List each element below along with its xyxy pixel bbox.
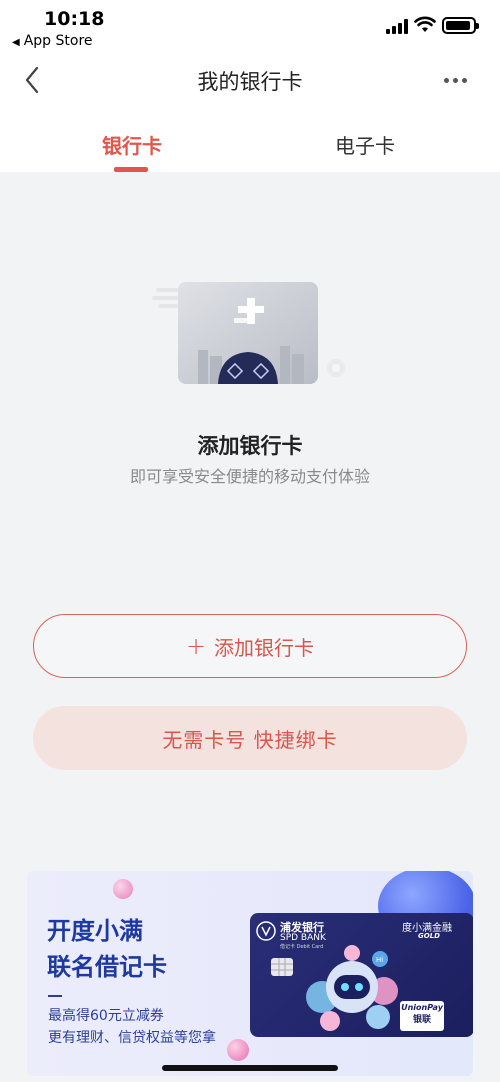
back-to-app-store[interactable]: ◀ App Store xyxy=(12,33,93,49)
robot-greeting: Hi xyxy=(376,956,383,964)
empty-state-title: 添加银行卡 xyxy=(197,434,303,458)
status-time: 10:18 xyxy=(44,8,105,30)
banner-title-line2: 联名借记卡 xyxy=(47,953,167,981)
decorative-bubble xyxy=(113,879,133,899)
banner-title-line1: 开度小满 xyxy=(47,917,143,945)
tab-e-card[interactable]: 电子卡 xyxy=(285,130,445,159)
back-triangle-icon: ◀ xyxy=(12,37,20,48)
robot-mascot-icon: Hi xyxy=(306,945,398,1031)
battery-icon xyxy=(442,17,479,34)
home-indicator xyxy=(162,1065,338,1071)
tab-active-indicator xyxy=(114,167,148,172)
unionpay-cn: 银联 xyxy=(412,1015,431,1025)
promo-banner[interactable]: 开度小满 联名借记卡 最高得60元立减券 更有理财、信贷权益等您拿 浦发银行 S… xyxy=(27,871,473,1076)
card-tier: GOLD xyxy=(418,932,440,940)
unionpay-logo: UnionPay 银联 xyxy=(400,1001,444,1031)
wifi-icon xyxy=(414,16,436,32)
unionpay-en: UnionPay xyxy=(401,1003,443,1012)
add-bank-card-label: 添加银行卡 xyxy=(214,635,315,660)
more-dots-icon[interactable] xyxy=(440,70,472,90)
plus-icon: + xyxy=(185,632,207,660)
decorative-bubble xyxy=(227,1039,249,1061)
header: 10:18 ◀ App Store 我的银行卡 银行卡 电子卡 xyxy=(0,0,500,172)
cellular-signal-icon xyxy=(386,18,408,34)
spd-bank-logo-icon xyxy=(256,921,276,941)
banner-subtitle-2: 更有理财、信贷权益等您拿 xyxy=(48,1030,216,1046)
empty-state-subtitle: 即可享受安全便捷的移动支付体验 xyxy=(129,467,370,486)
empty-bank-card-illustration xyxy=(152,282,345,384)
co-branded-card-image: 浦发银行 SPD BANK 借记卡 Debit Card 度小满金融 GOLD … xyxy=(250,913,473,1037)
banner-divider xyxy=(48,995,62,997)
page-title: 我的银行卡 xyxy=(197,70,303,94)
chip-icon xyxy=(271,958,293,976)
add-bank-card-button[interactable]: + 添加银行卡 xyxy=(33,614,467,678)
quick-bind-button[interactable]: 无需卡号 快捷绑卡 xyxy=(33,706,467,770)
banner-subtitle-1: 最高得60元立减券 xyxy=(48,1008,164,1024)
tab-bank-card[interactable]: 银行卡 xyxy=(52,130,212,159)
